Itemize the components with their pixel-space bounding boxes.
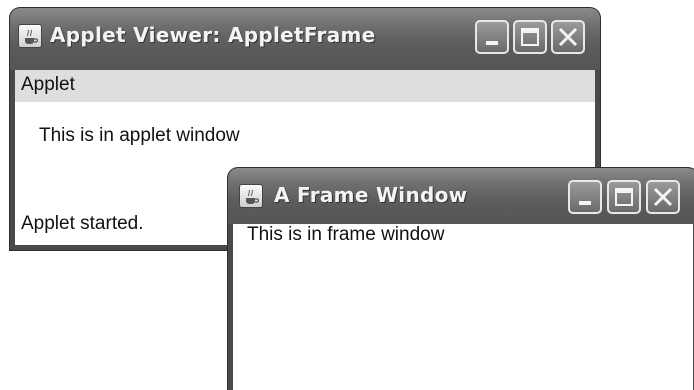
frame-title-bar[interactable]: A Frame Window [228,168,694,224]
maximize-icon [615,188,633,206]
minimize-icon [579,201,591,205]
applet-minimize-button[interactable] [475,20,509,54]
applet-title-bar[interactable]: Applet Viewer: AppletFrame [10,8,600,70]
maximize-icon [521,28,539,46]
java-cup-icon[interactable] [239,184,263,208]
frame-window-title: A Frame Window [274,183,468,207]
java-cup-icon[interactable] [18,24,42,48]
frame-maximize-button[interactable] [607,180,641,214]
applet-content-text: This is in applet window [39,125,240,146]
close-icon [653,187,673,207]
menu-item-applet[interactable]: Applet [21,74,75,96]
close-icon [558,27,578,47]
frame-window: A Frame Window This is in frame window [228,168,694,390]
applet-status-text: Applet started. [21,213,144,234]
applet-close-button[interactable] [551,20,585,54]
applet-window-title: Applet Viewer: AppletFrame [50,23,376,47]
applet-menubar: Applet [15,70,595,102]
frame-content-text: This is in frame window [247,224,445,245]
frame-client-area: This is in frame window [233,224,693,390]
minimize-icon [486,41,498,45]
applet-maximize-button[interactable] [513,20,547,54]
frame-minimize-button[interactable] [568,180,602,214]
frame-close-button[interactable] [646,180,680,214]
